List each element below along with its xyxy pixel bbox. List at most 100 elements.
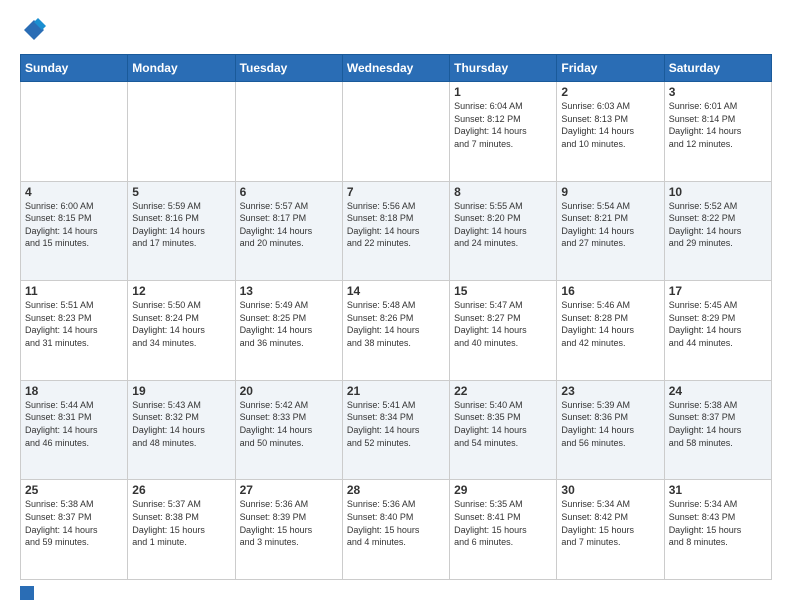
day-info: Sunrise: 5:49 AM Sunset: 8:25 PM Dayligh… <box>240 299 338 349</box>
day-info: Sunrise: 5:34 AM Sunset: 8:42 PM Dayligh… <box>561 498 659 548</box>
weekday-header: Wednesday <box>342 55 449 82</box>
day-number: 7 <box>347 185 445 199</box>
day-info: Sunrise: 5:52 AM Sunset: 8:22 PM Dayligh… <box>669 200 767 250</box>
calendar-cell: 24Sunrise: 5:38 AM Sunset: 8:37 PM Dayli… <box>664 380 771 480</box>
day-info: Sunrise: 5:34 AM Sunset: 8:43 PM Dayligh… <box>669 498 767 548</box>
day-number: 15 <box>454 284 552 298</box>
calendar-week-row: 1Sunrise: 6:04 AM Sunset: 8:12 PM Daylig… <box>21 82 772 182</box>
day-number: 29 <box>454 483 552 497</box>
day-number: 3 <box>669 85 767 99</box>
day-number: 22 <box>454 384 552 398</box>
day-number: 4 <box>25 185 123 199</box>
logo-icon <box>20 16 48 44</box>
day-number: 27 <box>240 483 338 497</box>
calendar-cell: 17Sunrise: 5:45 AM Sunset: 8:29 PM Dayli… <box>664 281 771 381</box>
calendar-header-row: SundayMondayTuesdayWednesdayThursdayFrid… <box>21 55 772 82</box>
day-info: Sunrise: 6:04 AM Sunset: 8:12 PM Dayligh… <box>454 100 552 150</box>
calendar-cell: 6Sunrise: 5:57 AM Sunset: 8:17 PM Daylig… <box>235 181 342 281</box>
calendar-cell: 19Sunrise: 5:43 AM Sunset: 8:32 PM Dayli… <box>128 380 235 480</box>
calendar-cell: 22Sunrise: 5:40 AM Sunset: 8:35 PM Dayli… <box>450 380 557 480</box>
day-number: 2 <box>561 85 659 99</box>
day-info: Sunrise: 5:45 AM Sunset: 8:29 PM Dayligh… <box>669 299 767 349</box>
day-info: Sunrise: 5:35 AM Sunset: 8:41 PM Dayligh… <box>454 498 552 548</box>
calendar-cell: 11Sunrise: 5:51 AM Sunset: 8:23 PM Dayli… <box>21 281 128 381</box>
weekday-header: Saturday <box>664 55 771 82</box>
day-info: Sunrise: 5:57 AM Sunset: 8:17 PM Dayligh… <box>240 200 338 250</box>
weekday-header: Tuesday <box>235 55 342 82</box>
day-info: Sunrise: 5:40 AM Sunset: 8:35 PM Dayligh… <box>454 399 552 449</box>
day-number: 8 <box>454 185 552 199</box>
calendar-cell: 14Sunrise: 5:48 AM Sunset: 8:26 PM Dayli… <box>342 281 449 381</box>
calendar-week-row: 25Sunrise: 5:38 AM Sunset: 8:37 PM Dayli… <box>21 480 772 580</box>
calendar-cell: 8Sunrise: 5:55 AM Sunset: 8:20 PM Daylig… <box>450 181 557 281</box>
day-info: Sunrise: 5:43 AM Sunset: 8:32 PM Dayligh… <box>132 399 230 449</box>
day-number: 26 <box>132 483 230 497</box>
calendar-cell: 18Sunrise: 5:44 AM Sunset: 8:31 PM Dayli… <box>21 380 128 480</box>
calendar-cell: 3Sunrise: 6:01 AM Sunset: 8:14 PM Daylig… <box>664 82 771 182</box>
day-info: Sunrise: 5:41 AM Sunset: 8:34 PM Dayligh… <box>347 399 445 449</box>
calendar-cell: 27Sunrise: 5:36 AM Sunset: 8:39 PM Dayli… <box>235 480 342 580</box>
daylight-box <box>20 586 34 600</box>
calendar-cell: 28Sunrise: 5:36 AM Sunset: 8:40 PM Dayli… <box>342 480 449 580</box>
day-number: 24 <box>669 384 767 398</box>
day-info: Sunrise: 5:46 AM Sunset: 8:28 PM Dayligh… <box>561 299 659 349</box>
day-info: Sunrise: 6:01 AM Sunset: 8:14 PM Dayligh… <box>669 100 767 150</box>
header <box>20 16 772 44</box>
calendar-cell: 31Sunrise: 5:34 AM Sunset: 8:43 PM Dayli… <box>664 480 771 580</box>
day-number: 11 <box>25 284 123 298</box>
calendar-cell: 16Sunrise: 5:46 AM Sunset: 8:28 PM Dayli… <box>557 281 664 381</box>
calendar-cell: 23Sunrise: 5:39 AM Sunset: 8:36 PM Dayli… <box>557 380 664 480</box>
day-number: 9 <box>561 185 659 199</box>
day-info: Sunrise: 5:36 AM Sunset: 8:39 PM Dayligh… <box>240 498 338 548</box>
day-number: 12 <box>132 284 230 298</box>
day-info: Sunrise: 5:38 AM Sunset: 8:37 PM Dayligh… <box>669 399 767 449</box>
page: SundayMondayTuesdayWednesdayThursdayFrid… <box>0 0 792 612</box>
day-number: 1 <box>454 85 552 99</box>
weekday-header: Sunday <box>21 55 128 82</box>
calendar-cell: 30Sunrise: 5:34 AM Sunset: 8:42 PM Dayli… <box>557 480 664 580</box>
calendar-cell: 7Sunrise: 5:56 AM Sunset: 8:18 PM Daylig… <box>342 181 449 281</box>
day-info: Sunrise: 5:55 AM Sunset: 8:20 PM Dayligh… <box>454 200 552 250</box>
calendar-week-row: 11Sunrise: 5:51 AM Sunset: 8:23 PM Dayli… <box>21 281 772 381</box>
day-number: 25 <box>25 483 123 497</box>
calendar-cell: 2Sunrise: 6:03 AM Sunset: 8:13 PM Daylig… <box>557 82 664 182</box>
calendar-table: SundayMondayTuesdayWednesdayThursdayFrid… <box>20 54 772 580</box>
calendar-cell: 29Sunrise: 5:35 AM Sunset: 8:41 PM Dayli… <box>450 480 557 580</box>
day-info: Sunrise: 5:56 AM Sunset: 8:18 PM Dayligh… <box>347 200 445 250</box>
calendar-cell: 26Sunrise: 5:37 AM Sunset: 8:38 PM Dayli… <box>128 480 235 580</box>
day-number: 18 <box>25 384 123 398</box>
day-info: Sunrise: 5:39 AM Sunset: 8:36 PM Dayligh… <box>561 399 659 449</box>
day-info: Sunrise: 5:42 AM Sunset: 8:33 PM Dayligh… <box>240 399 338 449</box>
day-number: 13 <box>240 284 338 298</box>
footer <box>20 586 772 600</box>
day-info: Sunrise: 5:48 AM Sunset: 8:26 PM Dayligh… <box>347 299 445 349</box>
day-number: 5 <box>132 185 230 199</box>
calendar-cell: 13Sunrise: 5:49 AM Sunset: 8:25 PM Dayli… <box>235 281 342 381</box>
day-number: 21 <box>347 384 445 398</box>
calendar-cell: 1Sunrise: 6:04 AM Sunset: 8:12 PM Daylig… <box>450 82 557 182</box>
calendar-cell: 9Sunrise: 5:54 AM Sunset: 8:21 PM Daylig… <box>557 181 664 281</box>
day-number: 17 <box>669 284 767 298</box>
day-info: Sunrise: 5:51 AM Sunset: 8:23 PM Dayligh… <box>25 299 123 349</box>
day-number: 23 <box>561 384 659 398</box>
day-number: 30 <box>561 483 659 497</box>
logo <box>20 16 52 44</box>
calendar-cell <box>21 82 128 182</box>
day-info: Sunrise: 5:47 AM Sunset: 8:27 PM Dayligh… <box>454 299 552 349</box>
calendar-cell: 12Sunrise: 5:50 AM Sunset: 8:24 PM Dayli… <box>128 281 235 381</box>
day-number: 6 <box>240 185 338 199</box>
day-info: Sunrise: 5:50 AM Sunset: 8:24 PM Dayligh… <box>132 299 230 349</box>
calendar-cell: 10Sunrise: 5:52 AM Sunset: 8:22 PM Dayli… <box>664 181 771 281</box>
calendar-cell <box>235 82 342 182</box>
day-number: 28 <box>347 483 445 497</box>
day-info: Sunrise: 5:37 AM Sunset: 8:38 PM Dayligh… <box>132 498 230 548</box>
day-number: 10 <box>669 185 767 199</box>
calendar-cell: 20Sunrise: 5:42 AM Sunset: 8:33 PM Dayli… <box>235 380 342 480</box>
calendar-cell: 21Sunrise: 5:41 AM Sunset: 8:34 PM Dayli… <box>342 380 449 480</box>
day-number: 14 <box>347 284 445 298</box>
day-info: Sunrise: 6:00 AM Sunset: 8:15 PM Dayligh… <box>25 200 123 250</box>
calendar-cell <box>128 82 235 182</box>
day-info: Sunrise: 6:03 AM Sunset: 8:13 PM Dayligh… <box>561 100 659 150</box>
weekday-header: Thursday <box>450 55 557 82</box>
day-info: Sunrise: 5:59 AM Sunset: 8:16 PM Dayligh… <box>132 200 230 250</box>
